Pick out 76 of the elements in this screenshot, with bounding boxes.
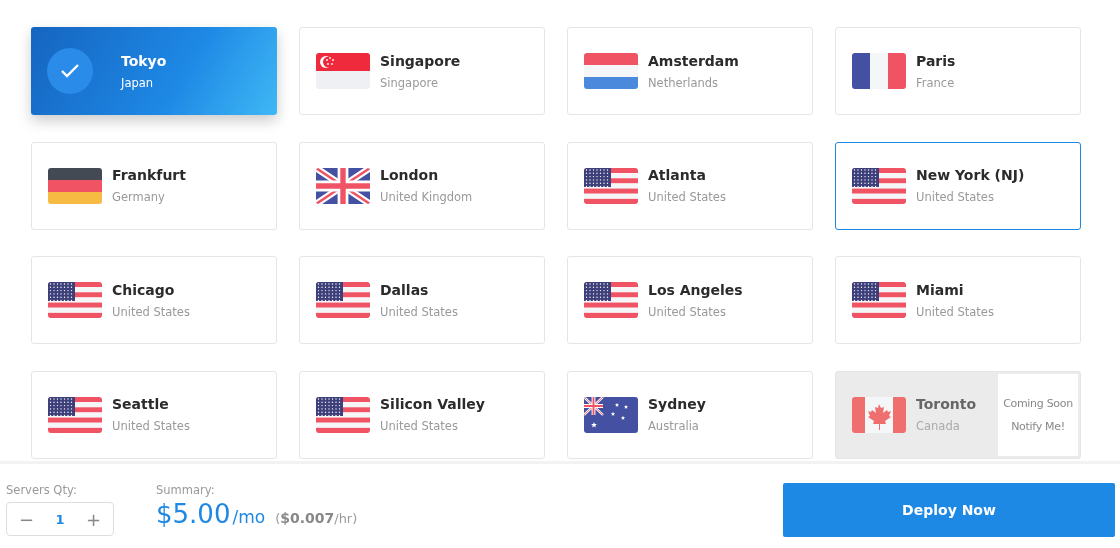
city-name: Dallas bbox=[380, 281, 430, 298]
flag-icon bbox=[316, 282, 370, 318]
flag-icon bbox=[48, 167, 102, 204]
location-card[interactable]: Los Angeles United States bbox=[567, 256, 813, 344]
country-name: United States bbox=[112, 419, 190, 433]
decrement-button[interactable]: − bbox=[15, 508, 39, 530]
location-card[interactable]: Silicon Valley United States bbox=[299, 370, 545, 459]
country-name: United States bbox=[916, 190, 995, 204]
city-name: Toronto bbox=[916, 396, 977, 412]
location-card[interactable]: London United Kingdom bbox=[299, 141, 545, 230]
city-name: Chicago bbox=[112, 281, 176, 298]
city-name: Atlanta bbox=[648, 167, 707, 183]
qty-label: Servers Qty: bbox=[6, 483, 78, 497]
flag-icon bbox=[584, 396, 638, 433]
flag-icon bbox=[316, 53, 370, 89]
deploy-button[interactable]: Deploy Now bbox=[783, 483, 1115, 537]
country-name: Netherlands bbox=[648, 75, 720, 90]
quantity-value: 1 bbox=[55, 511, 65, 527]
check-icon bbox=[47, 48, 93, 94]
country-name: Singapore bbox=[380, 75, 440, 90]
hourly-price: ($0.007/hr) bbox=[275, 510, 358, 526]
city-name: Singapore bbox=[380, 52, 461, 69]
flag-icon bbox=[852, 396, 906, 433]
country-name: United States bbox=[648, 304, 727, 319]
country-name: United States bbox=[648, 190, 726, 204]
quantity-stepper[interactable]: − 1 + bbox=[6, 502, 114, 536]
flag-icon bbox=[48, 282, 102, 318]
country-name: Germany bbox=[112, 190, 166, 204]
location-card[interactable]: New York (NJ) United States bbox=[835, 141, 1081, 230]
flag-icon bbox=[852, 53, 906, 89]
summary-label: Summary: bbox=[156, 483, 216, 497]
flag-icon bbox=[852, 167, 906, 204]
flag-icon bbox=[316, 396, 370, 433]
location-card[interactable]: Singapore Singapore bbox=[299, 27, 545, 115]
country-name: United States bbox=[380, 304, 458, 319]
city-name: Frankfurt bbox=[112, 167, 186, 183]
increment-button[interactable]: + bbox=[81, 508, 105, 530]
flag-icon bbox=[316, 167, 370, 204]
location-card[interactable]: Frankfurt Germany bbox=[31, 141, 277, 230]
location-card[interactable]: Chicago United States bbox=[31, 256, 277, 344]
country-name: Canada bbox=[916, 419, 961, 433]
location-card[interactable]: Dallas United States bbox=[299, 256, 545, 344]
location-card[interactable]: Seattle United States bbox=[31, 370, 277, 459]
location-card[interactable]: Amsterdam Netherlands bbox=[567, 27, 813, 115]
city-name: Miami bbox=[916, 281, 965, 298]
country-name: United States bbox=[112, 304, 190, 319]
location-card[interactable]: Atlanta United States bbox=[567, 141, 813, 230]
flag-icon bbox=[48, 396, 102, 433]
price-unit: /mo bbox=[232, 507, 266, 527]
country-name: United Kingdom bbox=[380, 190, 473, 204]
notify-link[interactable]: Notify Me! bbox=[1011, 419, 1065, 433]
flag-icon bbox=[584, 167, 638, 204]
country-name: United States bbox=[380, 419, 459, 433]
flag-icon bbox=[584, 53, 638, 89]
country-name: Australia bbox=[648, 419, 700, 433]
location-card[interactable]: Paris France bbox=[835, 27, 1081, 115]
city-name: Silicon Valley bbox=[380, 396, 485, 412]
location-card[interactable]: Tokyo Japan bbox=[31, 27, 277, 115]
location-card[interactable]: Toronto Canada Coming Soon Notify Me! bbox=[835, 370, 1081, 459]
city-name: New York (NJ) bbox=[916, 167, 1025, 183]
country-name: France bbox=[916, 75, 956, 90]
city-name: Amsterdam bbox=[648, 52, 739, 69]
country-name: United States bbox=[916, 304, 994, 319]
status-text: Coming Soon bbox=[1003, 396, 1073, 410]
country-name: Japan bbox=[121, 75, 155, 90]
city-name: Paris bbox=[916, 52, 956, 69]
flag-icon bbox=[852, 282, 906, 318]
location-card[interactable]: Miami United States bbox=[835, 256, 1081, 344]
monthly-price: $5.00 bbox=[156, 499, 231, 529]
city-name: Los Angeles bbox=[648, 281, 743, 298]
city-name: Sydney bbox=[648, 396, 706, 412]
city-name: London bbox=[380, 167, 440, 183]
location-card[interactable]: Sydney Australia bbox=[567, 370, 813, 459]
flag-icon bbox=[584, 282, 638, 318]
city-name: Tokyo bbox=[121, 52, 167, 69]
city-name: Seattle bbox=[112, 396, 170, 412]
